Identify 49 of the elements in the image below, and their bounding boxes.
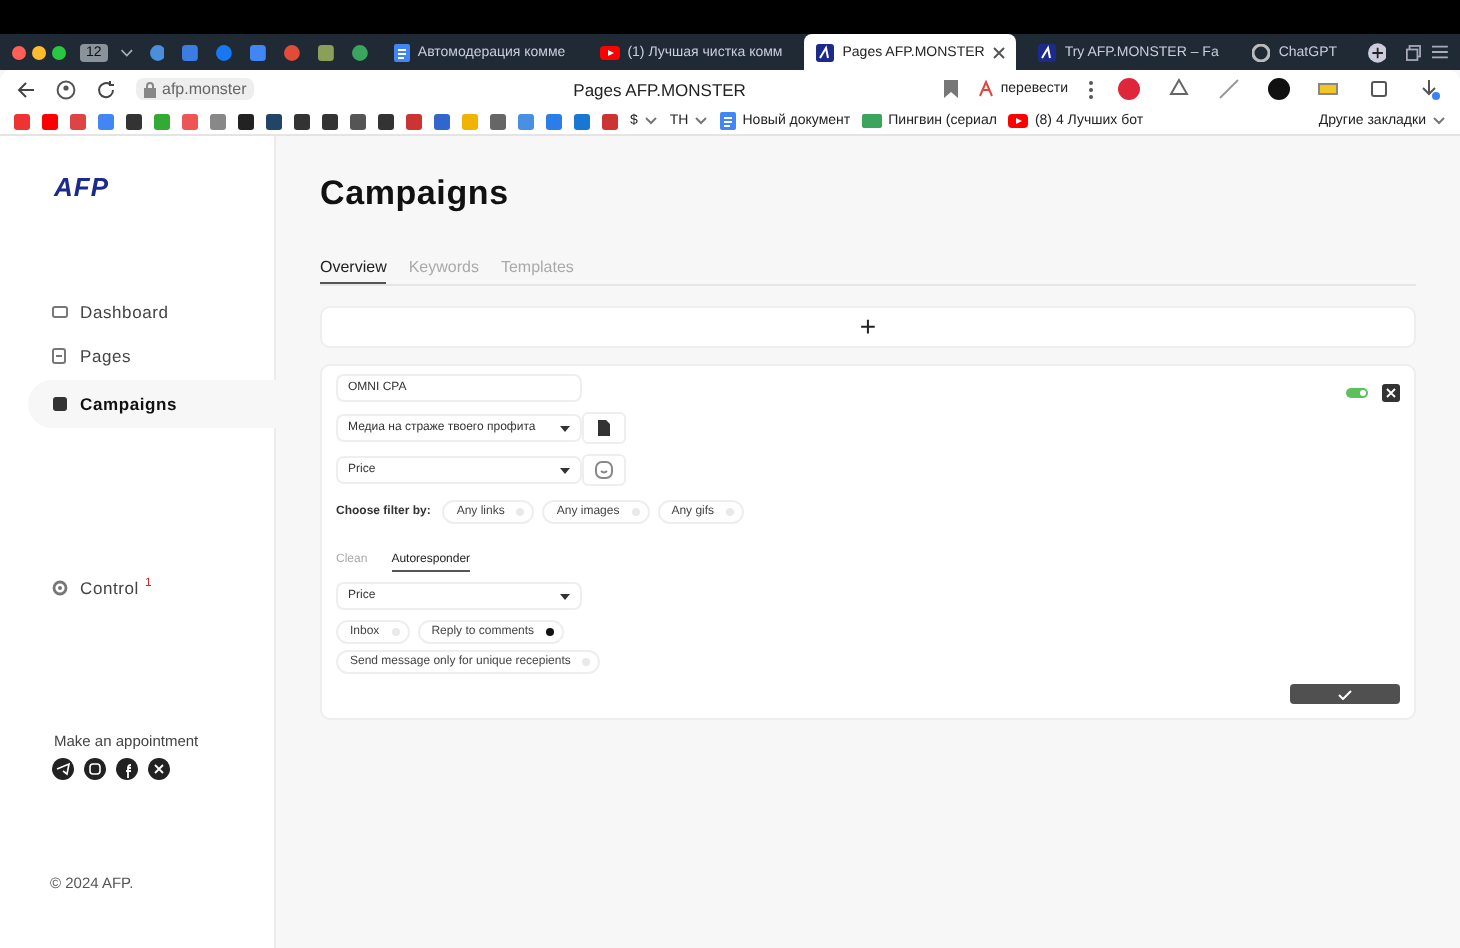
telegram-icon[interactable]	[52, 758, 74, 780]
x-icon[interactable]	[148, 758, 170, 780]
check-icon	[1338, 689, 1352, 699]
nav-item[interactable]: Control $^{1}$	[0, 568, 274, 608]
add-button[interactable]: +	[320, 306, 1416, 348]
close-icon[interactable]	[1382, 384, 1400, 402]
nav-item[interactable]: Dashboard	[0, 292, 274, 332]
caret-icon	[560, 467, 570, 473]
toggle-switch[interactable]	[1346, 388, 1368, 398]
confirm-button[interactable]	[1290, 684, 1400, 704]
play-icon	[1008, 114, 1029, 128]
translate-icon	[978, 80, 997, 98]
play-icon	[599, 45, 620, 59]
extension-icon[interactable]	[1268, 78, 1290, 100]
close-icon[interactable]	[992, 45, 1007, 59]
lock-icon	[144, 81, 156, 97]
logo[interactable]: AFP	[54, 172, 274, 202]
caret-icon	[560, 593, 570, 599]
back-icon[interactable]	[16, 79, 36, 99]
bookmark-icon[interactable]	[944, 80, 959, 98]
address-field[interactable]: afp.monster	[136, 78, 255, 100]
menu-icon[interactable]	[1432, 44, 1448, 60]
control-icon	[52, 580, 68, 596]
pages-icon	[52, 348, 68, 364]
logo-icon	[816, 43, 835, 61]
chevron-down-icon	[694, 116, 709, 126]
tab[interactable]: Overview	[320, 258, 387, 284]
notification-count: 1	[145, 578, 153, 590]
chevron-down-icon	[643, 116, 658, 126]
caret-icon	[560, 425, 570, 431]
copy-icon[interactable]	[1406, 43, 1423, 61]
dashboard-icon	[52, 304, 68, 320]
new-tab-icon[interactable]	[1367, 41, 1387, 63]
nav-item[interactable]: Pages	[0, 336, 274, 376]
chevron-down-icon	[1432, 116, 1446, 126]
page-title: Pages AFP.MONSTER	[571, 79, 748, 99]
instagram-icon[interactable]	[84, 758, 106, 780]
facebook-icon[interactable]	[116, 758, 138, 780]
more-icon[interactable]	[1088, 79, 1094, 99]
logo-icon	[1038, 43, 1057, 61]
campaigns-icon	[52, 396, 68, 412]
nav-item[interactable]: Campaigns	[28, 380, 276, 428]
document-icon	[393, 43, 410, 61]
sticker-icon[interactable]	[582, 454, 626, 486]
file-icon[interactable]	[582, 412, 626, 444]
download-icon[interactable]	[1418, 78, 1440, 100]
page-heading: Campaigns	[320, 174, 511, 214]
battery-icon[interactable]	[1318, 78, 1340, 100]
reload-icon[interactable]	[96, 79, 116, 99]
